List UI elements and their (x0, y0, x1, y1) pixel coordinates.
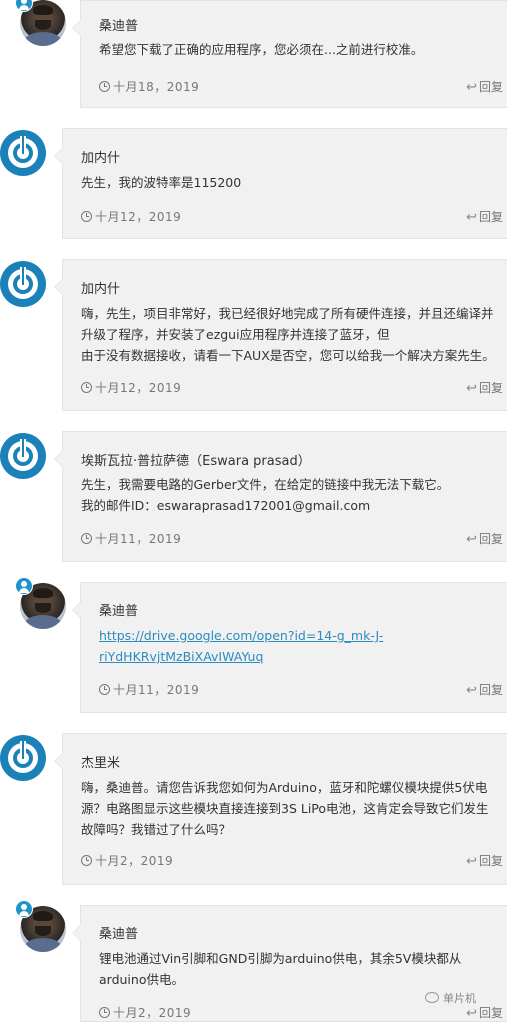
reply-button[interactable]: ↩ 回复 (466, 681, 503, 698)
watermark: 单片机 (425, 990, 476, 1006)
reply-icon: ↩ (466, 381, 477, 396)
clock-icon (81, 855, 92, 866)
avatar[interactable] (0, 130, 46, 176)
comment-author[interactable]: 杰里米 (81, 752, 120, 771)
comment-date[interactable]: 十月2，2019 (99, 1004, 191, 1021)
comment-body: 先生，我需要电路的Gerber文件，在给定的链接中我无法下载它。 我的邮件ID：… (81, 474, 449, 516)
comment-author[interactable]: 桑迪普 (99, 923, 138, 942)
clock-icon (99, 684, 110, 695)
avatar[interactable] (0, 735, 46, 781)
comment-body: 嗨，先生，项目非常好，我已经很好地完成了所有硬件连接，并且还编译并 升级了程序，… (81, 303, 495, 366)
clock-icon (81, 382, 92, 393)
wechat-icon (425, 992, 439, 1003)
reply-button[interactable]: ↩ 回复 (466, 852, 503, 869)
comment-date[interactable]: 十月12，2019 (81, 208, 181, 225)
avatar[interactable] (15, 900, 66, 952)
reply-icon: ↩ (466, 854, 477, 869)
reply-icon: ↩ (466, 1006, 477, 1021)
comment-line: 嗨，桑迪普。请您告诉我您如何为Arduino，蓝牙和陀螺仪模块提供5伏电 (81, 780, 488, 795)
comment-line: arduino供电。 (99, 972, 184, 987)
comment-author[interactable]: 桑迪普 (99, 15, 138, 34)
comment-card: 加内什 嗨，先生，项目非常好，我已经很好地完成了所有硬件连接，并且还编译并 升级… (54, 259, 507, 411)
reply-button[interactable]: ↩ 回复 (466, 379, 503, 396)
reply-icon: ↩ (466, 683, 477, 698)
comment-line: 希望您下载了正确的应用程序，您必须在...之前进行校准。 (99, 42, 424, 57)
comment-card: 加内什 先生，我的波特率是115200 十月12，2019 ↩ 回复 (54, 128, 507, 239)
comment-card: 埃斯瓦拉·普拉萨德（Eswara prasad） 先生，我需要电路的Gerber… (54, 431, 507, 562)
comment-line: 锂电池通过Vin引脚和GND引脚为arduino供电，其余5V模块都从 (99, 951, 462, 966)
user-icon (15, 577, 33, 595)
reply-icon: ↩ (466, 210, 477, 225)
comment-line: 我的邮件ID：eswaraprasad172001@gmail.com (81, 498, 371, 513)
comment-date[interactable]: 十月11，2019 (81, 530, 181, 547)
comment-card: 杰里米 嗨，桑迪普。请您告诉我您如何为Arduino，蓝牙和陀螺仪模块提供5伏电… (54, 733, 507, 885)
avatar[interactable] (0, 261, 46, 307)
comment-line: 先生，我需要电路的Gerber文件，在给定的链接中我无法下载它。 (81, 477, 450, 492)
comment-line: 先生，我的波特率是115200 (81, 175, 242, 190)
clock-icon (81, 211, 92, 222)
avatar[interactable] (15, 0, 66, 46)
comment-date[interactable]: 十月11，2019 (99, 681, 199, 698)
avatar[interactable] (0, 433, 46, 479)
drive-link[interactable]: https://drive.google.com/open?id=14-g_mk… (99, 628, 383, 643)
comment-card: 桑迪普 https://drive.google.com/open?id=14-… (72, 582, 507, 713)
comment-date[interactable]: 十月18，2019 (99, 78, 199, 95)
comment-line: 升级了程序，并安装了ezgui应用程序并连接了蓝牙，但 (81, 327, 390, 342)
reply-button[interactable]: ↩ 回复 (466, 530, 503, 547)
reply-icon: ↩ (466, 532, 477, 547)
clock-icon (99, 81, 110, 92)
clock-icon (99, 1007, 110, 1018)
comment-date[interactable]: 十月12，2019 (81, 379, 181, 396)
comment-author[interactable]: 加内什 (81, 278, 120, 297)
comment-author[interactable]: 桑迪普 (99, 600, 138, 619)
avatar[interactable] (15, 577, 66, 629)
comment-body: 锂电池通过Vin引脚和GND引脚为arduino供电，其余5V模块都从 ardu… (99, 948, 461, 990)
comment-line: 由于没有数据接收，请看一下AUX是否空，您可以给我一个解决方案先生。 (81, 348, 495, 363)
comment-body: 嗨，桑迪普。请您告诉我您如何为Arduino，蓝牙和陀螺仪模块提供5伏电 源？电… (81, 777, 489, 840)
comment-line: 故障吗？我错过了什么吗？ (81, 822, 232, 837)
comment-body: https://drive.google.com/open?id=14-g_mk… (99, 625, 383, 667)
comment-line: 嗨，先生，项目非常好，我已经很好地完成了所有硬件连接，并且还编译并 (81, 306, 494, 321)
user-icon (15, 900, 33, 918)
comment-line: 源？电路图显示这些模块直接连接到3S LiPo电池，这肯定会导致它们发生 (81, 801, 489, 816)
clock-icon (81, 533, 92, 544)
drive-link[interactable]: riYdHKRvjtMzBiXAvIWAYuq (99, 649, 263, 664)
comment-body: 希望您下载了正确的应用程序，您必须在...之前进行校准。 (99, 39, 423, 60)
reply-button[interactable]: ↩ 回复 (466, 78, 503, 95)
comment-author[interactable]: 埃斯瓦拉·普拉萨德（Eswara prasad） (81, 450, 311, 469)
comment-author[interactable]: 加内什 (81, 147, 120, 166)
reply-icon: ↩ (466, 80, 477, 95)
comment-card: 桑迪普 希望您下载了正确的应用程序，您必须在...之前进行校准。 十月18，20… (72, 0, 507, 108)
reply-button[interactable]: ↩ 回复 (466, 1004, 503, 1021)
comment-body: 先生，我的波特率是115200 (81, 172, 241, 193)
reply-button[interactable]: ↩ 回复 (466, 208, 503, 225)
comment-date[interactable]: 十月2，2019 (81, 852, 173, 869)
